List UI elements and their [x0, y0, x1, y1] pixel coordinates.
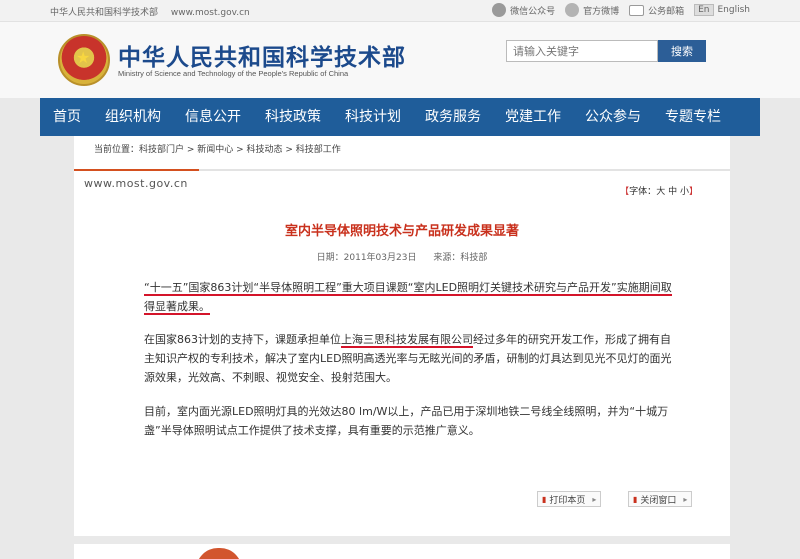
mail-icon — [629, 4, 645, 16]
footer-strip — [74, 544, 730, 559]
article-date: 日期：2011年03月23日 — [316, 253, 417, 263]
article-card: 当前位置：科技部门户 > 新闻中心 > 科技动态 > 科技部工作 www.mos… — [74, 136, 730, 536]
topbar-site-name: 中华人民共和国科学技术部 — [50, 8, 159, 18]
article-paragraph-1: “十一五”国家863计划“半导体照明工程”重大项目课题“室内LED照明灯关键技术… — [144, 278, 674, 316]
close-window-icon: ▮ — [633, 494, 638, 504]
search-button[interactable]: 搜索 — [658, 40, 706, 62]
topbar-left: 中华人民共和国科学技术部 www.most.gov.cn — [50, 5, 250, 18]
close-window-button[interactable]: ▮ 关闭窗口 ▸ — [628, 491, 693, 507]
arrow-right-icon: ▸ — [683, 494, 688, 504]
nav-item-home[interactable]: 首页 — [40, 98, 93, 136]
article-source: 来源：科技部 — [433, 253, 488, 263]
nav-item-party[interactable]: 党建工作 — [493, 98, 573, 136]
paragraph-2-lead: 在国家863计划的支持下，课题承担单位 — [144, 333, 341, 346]
wechat-label: 微信公众号 — [510, 6, 556, 17]
nav-item-info-disclosure[interactable]: 信息公开 — [173, 98, 253, 136]
english-label: English — [717, 5, 751, 15]
article-paragraph-2: 在国家863计划的支持下，课题承担单位上海三思科技发展有限公司经过多年的研究开发… — [144, 330, 674, 387]
close-label: 关闭窗口 — [640, 495, 677, 506]
font-size-label: 字体： — [629, 187, 657, 197]
highlighted-lead: “十一五”国家863计划“半导体照明工程”重大项目课题“室内LED照明灯关键技术… — [144, 281, 672, 315]
wechat-icon — [492, 3, 507, 17]
print-icon: ▮ — [542, 494, 547, 504]
national-emblem-logo[interactable] — [58, 34, 110, 86]
print-label: 打印本页 — [549, 495, 586, 506]
english-link[interactable]: En English — [694, 4, 750, 16]
en-icon: En — [694, 4, 714, 16]
article-title: 室内半导体照明技术与产品研发成果显著 — [284, 224, 519, 239]
nav-item-services[interactable]: 政务服务 — [413, 98, 493, 136]
weibo-label: 官方微博 — [583, 6, 620, 17]
topbar-url[interactable]: www.most.gov.cn — [171, 8, 250, 18]
domain-label: www.most.gov.cn — [84, 177, 188, 190]
arrow-right-icon: ▸ — [592, 494, 597, 504]
nav-item-topics[interactable]: 专题专栏 — [653, 98, 733, 136]
site-header: 中华人民共和国科学技术部 Ministry of Science and Tec… — [0, 22, 800, 98]
print-button[interactable]: ▮ 打印本页 ▸ — [537, 491, 602, 507]
highlighted-company: 上海三思科技发展有限公司 — [341, 333, 473, 348]
font-size-switcher: 【字体：大 中 小】 — [620, 187, 698, 197]
site-subtitle: Ministry of Science and Technology of th… — [118, 69, 349, 78]
breadcrumb[interactable]: 当前位置：科技部门户 > 新闻中心 > 科技动态 > 科技部工作 — [94, 142, 341, 155]
weibo-icon — [565, 3, 580, 17]
topbar-right: 微信公众号 官方微博 公务邮箱 En English — [492, 3, 750, 17]
mail-link[interactable]: 公务邮箱 — [629, 4, 684, 17]
nav-item-organization[interactable]: 组织机构 — [93, 98, 173, 136]
breadcrumb-divider — [74, 169, 730, 171]
font-size-large[interactable]: 大 — [656, 187, 665, 197]
wechat-link[interactable]: 微信公众号 — [492, 3, 555, 17]
article-meta: 日期：2011年03月23日 来源：科技部 — [74, 250, 730, 263]
search-input[interactable] — [506, 40, 658, 62]
top-utility-bar: 中华人民共和国科学技术部 www.most.gov.cn 微信公众号 官方微博 … — [0, 0, 800, 22]
nav-item-public[interactable]: 公众参与 — [573, 98, 653, 136]
weibo-link[interactable]: 官方微博 — [565, 3, 619, 17]
font-size-small[interactable]: 小 — [680, 187, 689, 197]
main-nav: 首页 组织机构 信息公开 科技政策 科技计划 政务服务 党建工作 公众参与 专题… — [40, 98, 760, 136]
font-size-medium[interactable]: 中 — [668, 187, 677, 197]
article-paragraph-3: 目前，室内面光源LED照明灯具的光效达80 lm/W以上，产品已用于深圳地铁二号… — [144, 405, 669, 437]
mail-label: 公务邮箱 — [648, 6, 685, 17]
nav-item-policy[interactable]: 科技政策 — [253, 98, 333, 136]
nav-item-programs[interactable]: 科技计划 — [333, 98, 413, 136]
site-title[interactable]: 中华人民共和国科学技术部 — [118, 38, 406, 72]
